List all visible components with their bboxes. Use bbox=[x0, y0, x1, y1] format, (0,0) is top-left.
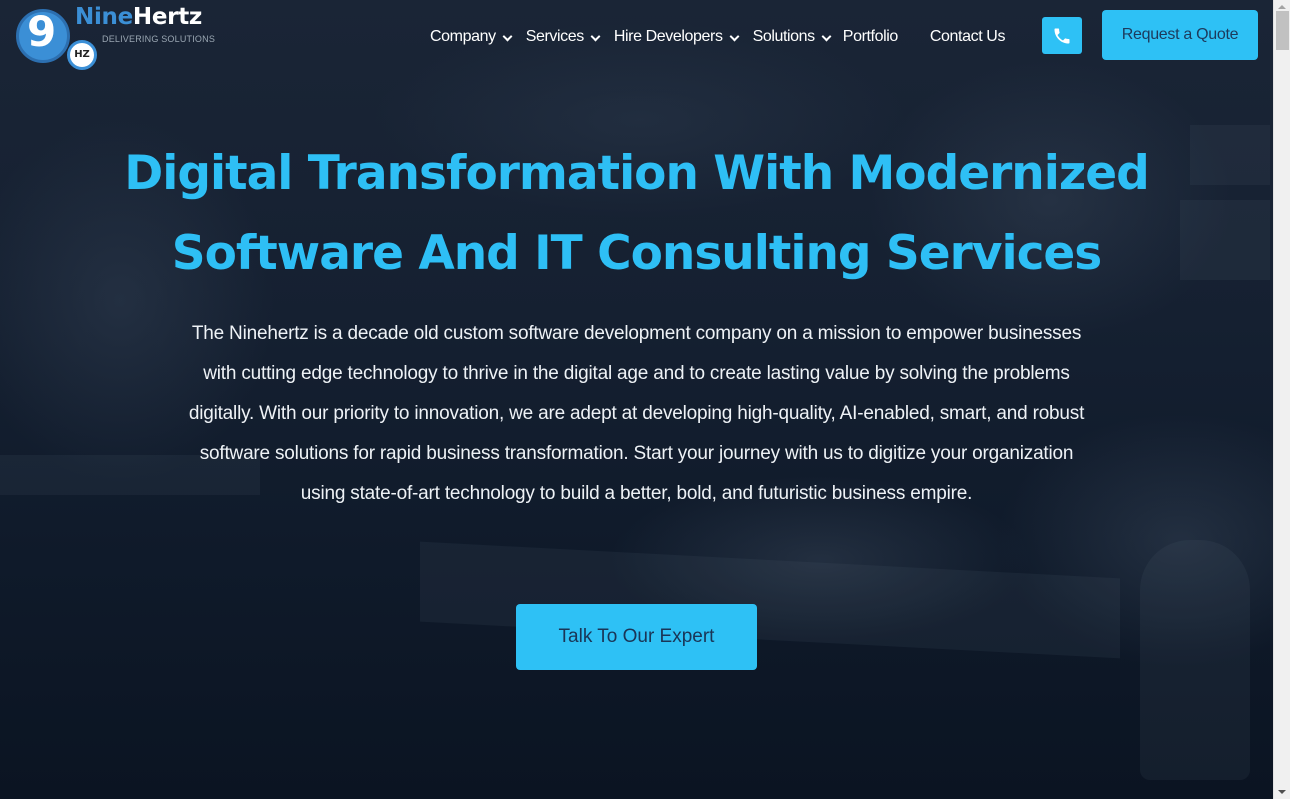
nav-item-label: Portfolio bbox=[842, 28, 899, 45]
talk-to-expert-button[interactable]: Talk To Our Expert bbox=[516, 604, 757, 670]
background-photo-person bbox=[1140, 540, 1250, 780]
nav-item-label: Hire Developers bbox=[613, 28, 723, 45]
nav-item-label: Solutions bbox=[752, 28, 816, 45]
hero-description: The Ninehertz is a decade old custom sof… bbox=[188, 323, 1085, 504]
nav-item-solutions[interactable]: Solutions bbox=[752, 28, 832, 46]
phone-icon bbox=[1054, 28, 1070, 43]
nav-item-company[interactable]: Company bbox=[430, 28, 513, 46]
logo-name-part1: Nine bbox=[75, 4, 133, 30]
nav-item-portfolio[interactable]: Portfolio bbox=[842, 28, 899, 46]
logo[interactable]: 9 HZ NineHertz DELIVERING SOLUTIONS bbox=[14, 6, 224, 70]
chevron-down-icon bbox=[821, 31, 832, 41]
logo-wordmark: NineHertz bbox=[75, 6, 202, 29]
logo-name-part2: Hertz bbox=[132, 4, 202, 30]
phone-button[interactable] bbox=[1042, 17, 1082, 54]
hero-title-line-2: Software And IT Consulting Services bbox=[171, 226, 1103, 281]
chevron-down-icon bbox=[590, 31, 601, 41]
request-quote-button[interactable]: Request a Quote bbox=[1102, 10, 1258, 60]
chevron-down-icon bbox=[502, 31, 513, 41]
hero-section: 9 HZ NineHertz DELIVERING SOLUTIONS Comp… bbox=[0, 0, 1273, 799]
chevron-down-icon bbox=[729, 31, 740, 41]
main-nav: Company Services Hire Developers Solutio… bbox=[430, 26, 1005, 48]
nav-item-hire-developers[interactable]: Hire Developers bbox=[613, 28, 740, 46]
nav-item-label: Services bbox=[525, 28, 585, 45]
scrollbar-thumb[interactable] bbox=[1276, 11, 1289, 50]
hero-title-line-1: Digital Transformation With Modernized bbox=[124, 146, 1150, 201]
scroll-down-arrow-icon[interactable] bbox=[1278, 790, 1286, 794]
scroll-up-arrow-icon[interactable] bbox=[1278, 5, 1286, 9]
nav-item-label: Company bbox=[430, 28, 496, 45]
hero-title: Digital Transformation With Modernized S… bbox=[0, 134, 1273, 294]
nav-item-services[interactable]: Services bbox=[525, 28, 601, 46]
vertical-scrollbar[interactable] bbox=[1273, 0, 1290, 799]
logo-nine-glyph: 9 bbox=[27, 7, 57, 56]
logo-tagline: DELIVERING SOLUTIONS bbox=[102, 34, 216, 44]
nav-item-label: Contact Us bbox=[929, 28, 1006, 45]
logo-hz-badge: HZ bbox=[67, 40, 97, 70]
nav-item-contact-us[interactable]: Contact Us bbox=[929, 28, 1006, 46]
